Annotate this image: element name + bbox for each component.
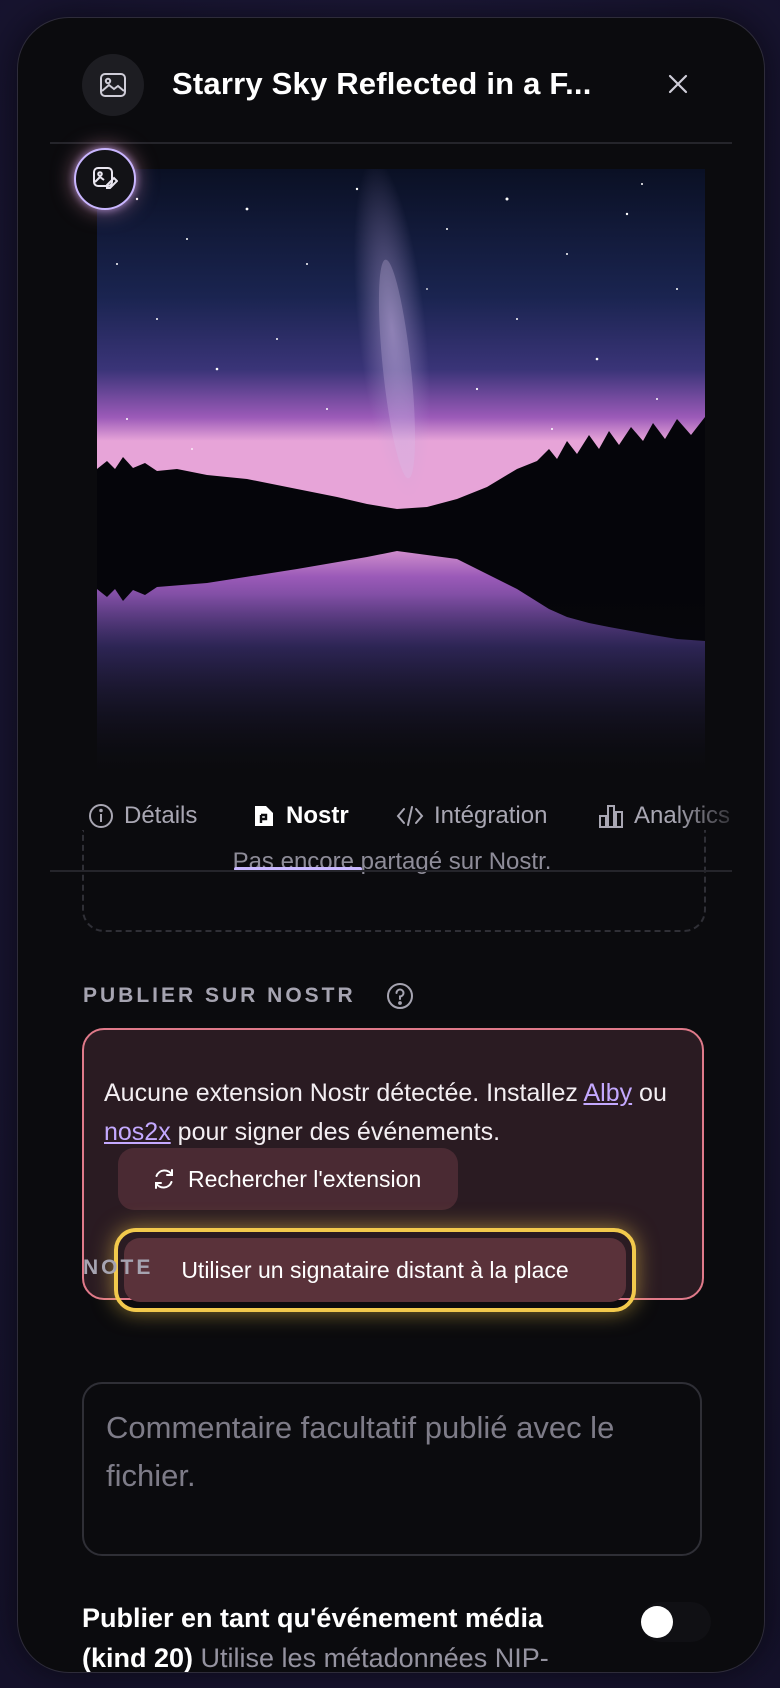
tabs-divider — [50, 870, 732, 872]
image-edit-badge[interactable] — [74, 148, 136, 210]
check-extension-label: Rechercher l'extension — [188, 1165, 422, 1192]
info-icon — [89, 804, 113, 828]
modal-header: Starry Sky Reflected in a F... — [18, 18, 764, 143]
share-status-box — [82, 830, 706, 932]
toggle-knob — [641, 1606, 673, 1638]
alby-link[interactable]: Alby — [583, 1079, 632, 1107]
code-icon — [396, 806, 424, 826]
alert-text-part: pour signer des événements. — [170, 1118, 501, 1146]
preview-image — [97, 169, 705, 777]
header-divider — [50, 142, 732, 144]
image-edit-icon — [93, 167, 118, 189]
bar-chart-icon — [599, 805, 623, 828]
tab-nostr-label: Nostr — [286, 802, 349, 829]
alert-text-part: Aucune extension Nostr détectée. Install… — [104, 1079, 584, 1107]
media-event-subtitle: Utilise les métadonnées NIP- — [200, 1643, 549, 1673]
alert-text-part: ou — [632, 1079, 667, 1107]
file-modal: Starry Sky Reflected in a F... Détails N… — [17, 17, 765, 1673]
publish-section-label: PUBLIER SUR NOSTR — [83, 984, 356, 1007]
remote-signer-button[interactable]: Utiliser un signataire distant à la plac… — [124, 1238, 626, 1302]
refresh-icon — [155, 1169, 173, 1189]
close-icon — [668, 74, 688, 94]
image-icon — [82, 54, 144, 116]
tab-integration-label: Intégration — [434, 802, 548, 829]
note-label: NOTE — [83, 1256, 154, 1279]
alert-message: Aucune extension Nostr détectée. Install… — [104, 1074, 684, 1152]
note-textarea[interactable] — [82, 1382, 702, 1556]
modal-title: Starry Sky Reflected in a F... — [172, 66, 592, 101]
check-extension-button[interactable]: Rechercher l'extension — [118, 1148, 458, 1210]
nos2x-link[interactable]: nos2x — [104, 1118, 171, 1146]
nostr-icon — [255, 806, 273, 826]
close-button[interactable] — [662, 68, 694, 100]
help-icon[interactable] — [386, 982, 414, 1010]
tab-details-label: Détails — [124, 802, 198, 829]
media-event-toggle[interactable] — [641, 1602, 711, 1642]
media-event-description: Publier en tant qu'événement média (kind… — [82, 1598, 602, 1673]
